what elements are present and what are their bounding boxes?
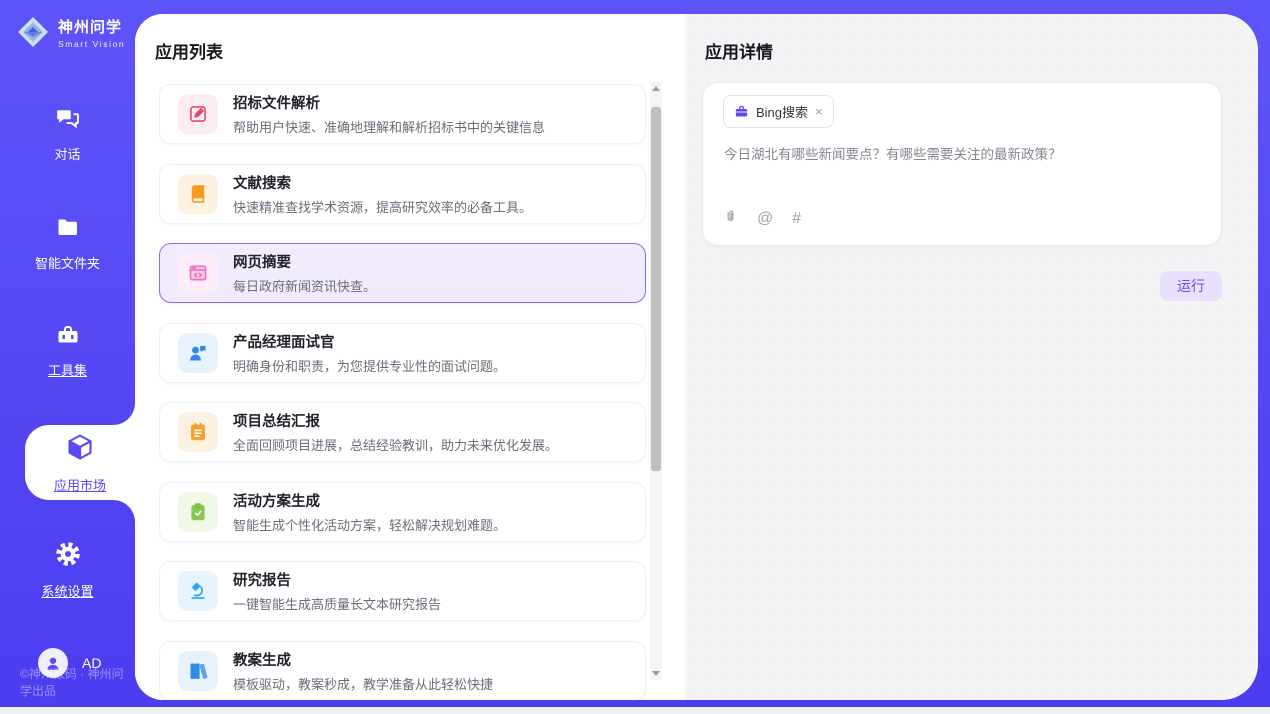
sidebar-item-3[interactable]: 工具集 [0, 323, 135, 379]
app-card-title: 活动方案生成 [233, 490, 506, 511]
app-card[interactable]: 研究报告一键智能生成高质量长文本研究报告 [159, 561, 646, 621]
sidebar-item-2[interactable]: 智能文件夹 [0, 216, 135, 272]
scroll-up-icon[interactable] [652, 86, 660, 91]
books-icon [178, 651, 218, 691]
sidebar-item-label: 智能文件夹 [35, 253, 100, 272]
app-card-desc: 全面回顾项目进展，总结经验教训，助力未来优化发展。 [233, 435, 558, 454]
app-card-desc: 每日政府新闻资讯快查。 [233, 276, 376, 295]
app-detail-title: 应用详情 [705, 38, 773, 63]
hash-icon[interactable]: # [792, 211, 801, 227]
tool-tag-close-icon[interactable]: × [815, 105, 823, 118]
app-card[interactable]: 项目总结汇报全面回顾项目进展，总结经验教训，助力未来优化发展。 [159, 402, 646, 462]
app-card[interactable]: 教案生成模板驱动，教案秒成，教学准备从此轻松快捷 [159, 641, 646, 701]
sidebar: 神州问学 Smart Vision 对话智能文件夹工具集应用市场系统设置 AD … [0, 0, 135, 707]
note-icon [178, 412, 218, 452]
tool-tag[interactable]: Bing搜索 × [723, 95, 834, 128]
app-list-title: 应用列表 [155, 38, 223, 63]
app-detail-panel: 应用详情 Bing搜索 × 今日湖北有哪些新闻要点？有哪些需要关注的最新政策？ [685, 14, 1258, 700]
app-card-desc: 帮助用户快速、准确地理解和解析招标书中的关键信息 [233, 117, 545, 136]
paperclip-icon[interactable] [723, 208, 738, 229]
interviewer-icon [178, 333, 218, 373]
folder-icon [54, 216, 82, 245]
app-card[interactable]: 网页摘要每日政府新闻资讯快查。 [159, 243, 646, 303]
app-card-title: 教案生成 [233, 649, 493, 670]
chat-icon [54, 105, 82, 136]
app-card-title: 文献搜索 [233, 172, 532, 193]
scrollbar[interactable] [650, 82, 662, 680]
app-frame: 神州问学 Smart Vision 对话智能文件夹工具集应用市场系统设置 AD … [0, 0, 1270, 707]
brand-name: 神州问学 [58, 16, 125, 37]
run-button[interactable]: 运行 [1160, 271, 1222, 301]
app-cards: 招标文件解析帮助用户快速、准确地理解和解析招标书中的关键信息文献搜索快速精准查找… [159, 84, 646, 700]
mention-icon[interactable]: @ [757, 211, 773, 227]
prompt-card: Bing搜索 × 今日湖北有哪些新闻要点？有哪些需要关注的最新政策？ @ # [702, 82, 1222, 246]
app-card-desc: 明确身份和职责，为您提供专业性的面试问题。 [233, 356, 506, 375]
scroll-down-icon[interactable] [652, 671, 660, 676]
copyright: ©神州数码 · 神州问学出品 [20, 665, 135, 699]
tool-tag-label: Bing搜索 [756, 102, 808, 121]
cube-icon [65, 432, 95, 467]
briefcase-icon [734, 104, 749, 119]
sidebar-item-label: 工具集 [48, 360, 87, 379]
app-card[interactable]: 文献搜索快速精准查找学术资源，提高研究效率的必备工具。 [159, 164, 646, 224]
app-card-desc: 智能生成个性化活动方案，轻松解决规划难题。 [233, 515, 506, 534]
sidebar-item-5[interactable]: 系统设置 [0, 540, 135, 600]
content-area: 应用列表 招标文件解析帮助用户快速、准确地理解和解析招标书中的关键信息文献搜索快… [135, 14, 1258, 700]
app-card-desc: 快速精准查找学术资源，提高研究效率的必备工具。 [233, 197, 532, 216]
sidebar-item-label: 应用市场 [54, 475, 106, 494]
app-card-title: 招标文件解析 [233, 92, 545, 113]
brand-logo: 神州问学 Smart Vision [16, 15, 125, 49]
toolbox-icon [54, 323, 82, 352]
diamond-logo-icon [16, 15, 50, 49]
browser-code-icon [178, 253, 218, 293]
bubble-curve-top [113, 403, 135, 425]
app-card-title: 网页摘要 [233, 251, 376, 272]
app-card[interactable]: 活动方案生成智能生成个性化活动方案，轻松解决规划难题。 [159, 482, 646, 542]
sidebar-item-4[interactable]: 应用市场 [25, 432, 135, 494]
sidebar-item-label: 对话 [54, 144, 80, 163]
brand-tagline: Smart Vision [58, 39, 125, 49]
app-card[interactable]: 招标文件解析帮助用户快速、准确地理解和解析招标书中的关键信息 [159, 84, 646, 144]
app-list-panel: 应用列表 招标文件解析帮助用户快速、准确地理解和解析招标书中的关键信息文献搜索快… [135, 14, 685, 700]
sidebar-item-label: 系统设置 [41, 581, 93, 600]
microscope-icon [178, 571, 218, 611]
gear-icon [54, 540, 82, 573]
book-icon [178, 174, 218, 214]
pen-square-icon [178, 94, 218, 134]
attach-toolbar: @ # [723, 208, 801, 229]
app-card-title: 研究报告 [233, 569, 441, 590]
scrollbar-thumb[interactable] [651, 107, 661, 471]
clipboard-check-icon [178, 492, 218, 532]
app-card-title: 产品经理面试官 [233, 331, 506, 352]
sidebar-item-1[interactable]: 对话 [0, 105, 135, 163]
bubble-curve-bottom [113, 500, 135, 522]
app-card-desc: 一键智能生成高质量长文本研究报告 [233, 594, 441, 613]
app-card-title: 项目总结汇报 [233, 410, 558, 431]
prompt-input[interactable]: 今日湖北有哪些新闻要点？有哪些需要关注的最新政策？ [724, 145, 1194, 165]
app-card-desc: 模板驱动，教案秒成，教学准备从此轻松快捷 [233, 674, 493, 693]
app-card[interactable]: 产品经理面试官明确身份和职责，为您提供专业性的面试问题。 [159, 323, 646, 383]
